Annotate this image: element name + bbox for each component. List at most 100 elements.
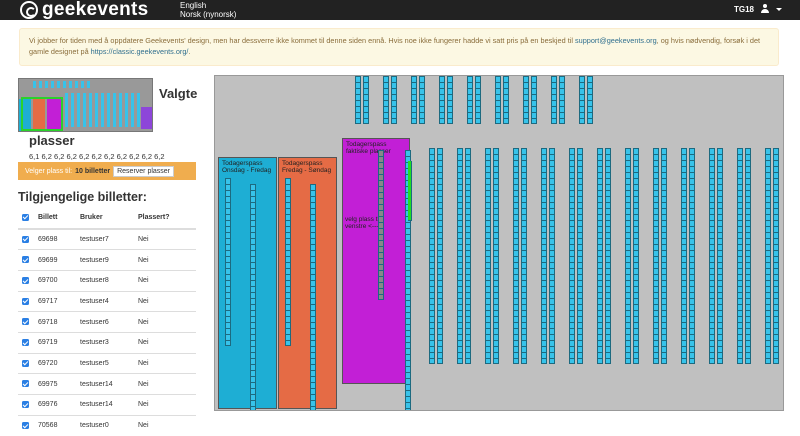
- seat-column[interactable]: [513, 148, 519, 364]
- zone-label: Todagerspass faktiske plasser: [346, 141, 391, 155]
- ticket-id: 69720: [38, 352, 80, 374]
- seat-column[interactable]: [383, 76, 389, 124]
- checkbox-checked-icon[interactable]: [22, 277, 29, 285]
- row-checkbox-cell[interactable]: [18, 290, 38, 312]
- ticket-placed: Nei: [138, 394, 196, 416]
- seat-column[interactable]: [709, 148, 715, 364]
- row-checkbox-cell[interactable]: [18, 414, 38, 436]
- seat-column[interactable]: [549, 148, 555, 364]
- seat-column[interactable]: [579, 76, 585, 124]
- seat-column[interactable]: [605, 148, 611, 364]
- support-email-link[interactable]: support@geekevents.org: [575, 36, 657, 45]
- checkbox-checked-icon[interactable]: [22, 256, 29, 264]
- language-english-link[interactable]: English: [180, 1, 236, 10]
- logo[interactable]: geekevents: [20, 0, 149, 19]
- seat-column[interactable]: [661, 148, 667, 364]
- checkbox-checked-icon[interactable]: [22, 401, 29, 409]
- ticket-id: 69700: [38, 269, 80, 292]
- seat-column[interactable]: [485, 148, 491, 364]
- seat-column[interactable]: [475, 76, 481, 124]
- checkbox-checked-icon[interactable]: [22, 339, 29, 347]
- seat-column[interactable]: [689, 148, 695, 364]
- checkbox-checked-icon[interactable]: [22, 359, 29, 367]
- table-row[interactable]: 69718 testuser6 Nei: [18, 311, 196, 333]
- seat-column[interactable]: [391, 76, 397, 124]
- seat-column[interactable]: [531, 76, 537, 124]
- language-nynorsk-link[interactable]: Norsk (nynorsk): [180, 10, 236, 19]
- checkbox-checked-icon[interactable]: [22, 422, 29, 430]
- checkbox-checked-icon[interactable]: [22, 318, 29, 326]
- seat-column[interactable]: [569, 148, 575, 364]
- seat-column[interactable]: [541, 148, 547, 364]
- checkbox-checked-icon[interactable]: [22, 297, 29, 305]
- checkbox-checked-icon[interactable]: [22, 235, 29, 243]
- checkbox-checked-icon[interactable]: [22, 380, 29, 388]
- checkbox-checked-icon[interactable]: [22, 213, 29, 221]
- row-checkbox-cell[interactable]: [18, 373, 38, 395]
- seat-column[interactable]: [467, 76, 473, 124]
- seat-column[interactable]: [523, 76, 529, 124]
- seat-column[interactable]: [745, 148, 751, 364]
- seat-map[interactable]: Todagerspass Onsdag - Fredag Todagerspas…: [214, 75, 784, 411]
- seat-column[interactable]: [717, 148, 723, 364]
- table-row[interactable]: 69717 testuser4 Nei: [18, 290, 196, 312]
- seat-column[interactable]: [419, 76, 425, 124]
- seat-column[interactable]: [465, 148, 471, 364]
- seat-column[interactable]: [633, 148, 639, 364]
- row-checkbox-cell[interactable]: [18, 331, 38, 354]
- seat-map-overview[interactable]: [18, 78, 153, 132]
- seat-column[interactable]: [225, 178, 231, 346]
- table-row[interactable]: 69699 testuser9 Nei: [18, 249, 196, 271]
- row-checkbox-cell[interactable]: [18, 311, 38, 333]
- ticket-user: testuser5: [80, 352, 138, 374]
- seat-column[interactable]: [551, 76, 557, 124]
- seat-column[interactable]: [625, 148, 631, 364]
- seat-column[interactable]: [439, 76, 445, 124]
- seat-column[interactable]: [521, 148, 527, 364]
- seat-column[interactable]: [681, 148, 687, 364]
- row-checkbox-cell[interactable]: [18, 269, 38, 292]
- table-row[interactable]: 69700 testuser8 Nei: [18, 269, 196, 292]
- row-checkbox-cell[interactable]: [18, 228, 38, 250]
- seat-column[interactable]: [503, 76, 509, 124]
- seat-column[interactable]: [429, 148, 435, 364]
- seat-column[interactable]: [577, 148, 583, 364]
- seat-column[interactable]: [378, 150, 384, 300]
- row-checkbox-cell[interactable]: [18, 249, 38, 271]
- seat-column[interactable]: [457, 148, 463, 364]
- classic-site-link[interactable]: https://classic.geekevents.org/: [91, 47, 189, 56]
- table-row[interactable]: 69719 testuser3 Nei: [18, 331, 196, 354]
- seat-column[interactable]: [559, 76, 565, 124]
- seat-column[interactable]: [737, 148, 743, 364]
- seat-column[interactable]: [587, 76, 593, 124]
- selected-seat-column[interactable]: [408, 161, 412, 221]
- seat-column[interactable]: [411, 76, 417, 124]
- user-menu[interactable]: TG18: [734, 4, 782, 14]
- seat-column[interactable]: [773, 148, 779, 364]
- seat-column[interactable]: [363, 76, 369, 124]
- table-row[interactable]: 69976 testuser14 Nei: [18, 394, 196, 416]
- seat-column[interactable]: [493, 148, 499, 364]
- seat-column[interactable]: [355, 76, 361, 124]
- seat-column[interactable]: [765, 148, 771, 364]
- table-row[interactable]: 69975 testuser14 Nei: [18, 373, 196, 395]
- table-row[interactable]: 70568 testuser0 Nei: [18, 414, 196, 436]
- row-checkbox-cell[interactable]: [18, 394, 38, 416]
- select-all-cell[interactable]: [18, 207, 38, 230]
- alert-text: .: [188, 47, 191, 56]
- tickets-table: Billett Bruker Plassert? 69698 testuser7 N…: [18, 207, 196, 436]
- seat-column[interactable]: [250, 184, 256, 410]
- reserve-seats-button[interactable]: Reserver plasser: [113, 165, 175, 177]
- seat-column[interactable]: [653, 148, 659, 364]
- seat-column[interactable]: [437, 148, 443, 364]
- table-row[interactable]: 69720 testuser5 Nei: [18, 352, 196, 374]
- seat-column[interactable]: [447, 76, 453, 124]
- seat-column[interactable]: [310, 184, 316, 410]
- ticket-user: testuser7: [80, 228, 138, 250]
- minimap-viewport[interactable]: [21, 97, 63, 131]
- seat-column[interactable]: [597, 148, 603, 364]
- table-row[interactable]: 69698 testuser7 Nei: [18, 228, 196, 250]
- row-checkbox-cell[interactable]: [18, 352, 38, 374]
- seat-column[interactable]: [495, 76, 501, 124]
- seat-column[interactable]: [285, 178, 291, 346]
